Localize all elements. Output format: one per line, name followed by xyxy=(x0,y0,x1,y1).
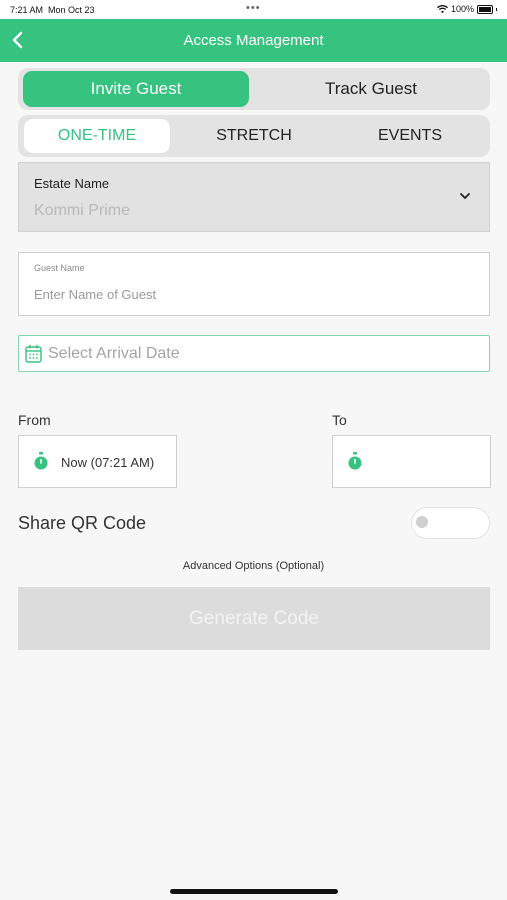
calendar-icon xyxy=(25,345,42,363)
stopwatch-icon xyxy=(34,452,48,470)
stopwatch-icon xyxy=(348,452,362,470)
status-bar: 7:21 AM Mon Oct 23 ••• 100% xyxy=(0,0,507,19)
estate-value: Kommi Prime xyxy=(34,202,131,219)
tab-invite-guest[interactable]: Invite Guest xyxy=(23,71,249,107)
guest-name-field: Guest Name xyxy=(18,252,490,316)
arrival-date-placeholder: Select Arrival Date xyxy=(48,345,180,362)
wifi-icon xyxy=(437,5,448,13)
estate-select[interactable]: Estate Name Kommi Prime xyxy=(18,162,490,232)
from-time-picker[interactable]: Now (07:21 AM) xyxy=(18,435,177,488)
primary-tabs: Invite Guest Track Guest xyxy=(18,68,490,110)
tab-stretch[interactable]: STRETCH xyxy=(178,119,330,153)
arrival-date-field[interactable]: Select Arrival Date xyxy=(18,335,490,372)
share-qr-toggle[interactable] xyxy=(411,507,490,539)
to-time-picker[interactable] xyxy=(332,435,491,488)
secondary-tabs: ONE-TIME STRETCH EVENTS xyxy=(18,115,490,157)
home-indicator[interactable] xyxy=(170,889,338,894)
to-label: To xyxy=(332,412,347,428)
advanced-options-link[interactable]: Advanced Options (Optional) xyxy=(0,560,507,572)
battery-tip xyxy=(496,7,497,11)
status-date: Mon Oct 23 xyxy=(48,5,95,15)
estate-label: Estate Name xyxy=(34,176,110,191)
page-title: Access Management xyxy=(183,32,324,49)
from-time-value: Now (07:21 AM) xyxy=(61,455,155,470)
tab-one-time[interactable]: ONE-TIME xyxy=(24,119,170,153)
from-label: From xyxy=(18,412,51,428)
tab-events[interactable]: EVENTS xyxy=(336,119,484,153)
toggle-knob xyxy=(416,516,428,528)
guest-name-input[interactable] xyxy=(34,287,464,302)
share-qr-label: Share QR Code xyxy=(18,513,147,533)
status-time: 7:21 AM Mon Oct 23 xyxy=(10,5,95,15)
guest-name-label: Guest Name xyxy=(34,263,85,273)
chevron-down-icon xyxy=(460,193,470,199)
status-right: 100% xyxy=(437,4,497,14)
generate-code-button[interactable]: Generate Code xyxy=(18,587,490,650)
battery-icon xyxy=(477,4,493,14)
app-header: Access Management xyxy=(0,19,507,62)
battery-percent: 100% xyxy=(450,4,474,14)
multitasking-dots[interactable]: ••• xyxy=(246,2,261,14)
tab-track-guest[interactable]: Track Guest xyxy=(261,71,481,107)
